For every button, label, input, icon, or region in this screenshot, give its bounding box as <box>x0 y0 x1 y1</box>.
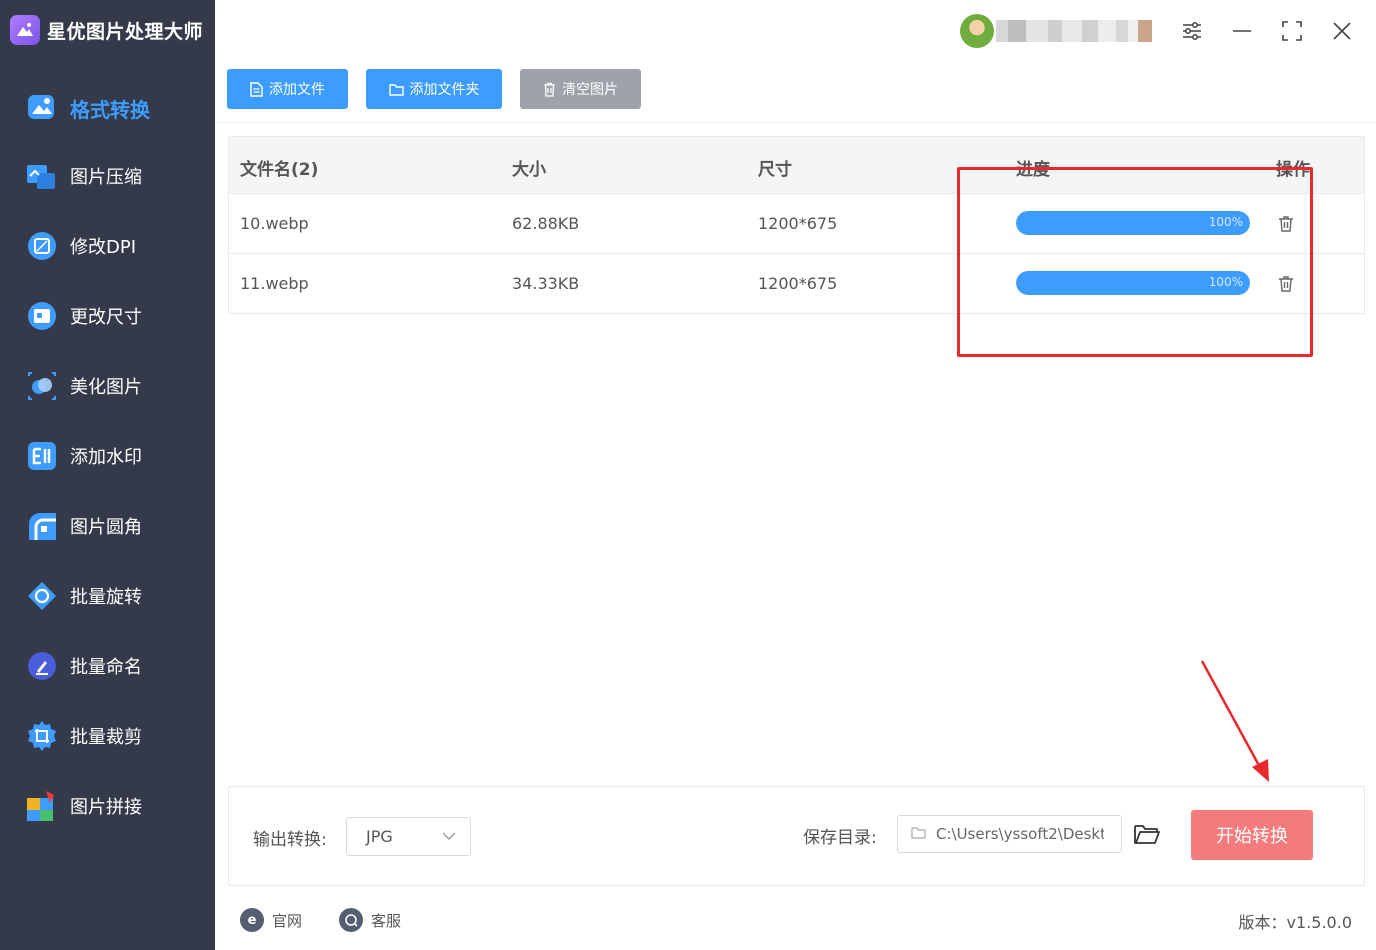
sidebar-item-label: 图片压缩 <box>70 167 142 188</box>
sidebar-item-label: 图片圆角 <box>70 517 142 538</box>
beautify-icon <box>28 372 56 400</box>
app-title: 星优图片处理大师 <box>47 20 204 43</box>
sidebar-item-label: 批量裁剪 <box>70 727 142 748</box>
watermark-icon <box>28 442 56 470</box>
chevron-down-icon <box>442 832 456 840</box>
annotation-arrow-icon <box>1200 660 1269 782</box>
save-directory-path: C:\Users\yssoft2\Desktop <box>936 825 1104 843</box>
save-directory-label: 保存目录: <box>803 828 877 848</box>
app-brand: 星优图片处理大师 <box>10 14 203 46</box>
clear-images-button[interactable]: 清空图片 <box>520 69 641 109</box>
close-icon[interactable] <box>1325 14 1359 48</box>
sidebar-item-label: 批量命名 <box>70 657 142 678</box>
sidebar-item-label: 更改尺寸 <box>70 307 142 328</box>
file-dimension: 1200*675 <box>758 214 838 233</box>
sidebar-item-dpi[interactable]: 修改DPI <box>0 218 215 274</box>
file-size: 62.88KB <box>512 214 580 233</box>
column-header-size: 大小 <box>512 160 546 180</box>
crop-icon <box>28 721 56 751</box>
annotation-highlight-box <box>957 167 1313 357</box>
dpi-icon <box>28 232 56 260</box>
file-name: 10.webp <box>240 214 309 233</box>
sidebar-item-round-corner[interactable]: 图片圆角 <box>0 498 215 554</box>
add-folder-button[interactable]: 添加文件夹 <box>366 69 502 109</box>
version-label: 版本：v1.5.0.0 <box>1238 913 1352 932</box>
browse-folder-icon[interactable] <box>1133 820 1161 848</box>
output-format-label: 输出转换: <box>253 830 327 850</box>
chat-icon <box>339 908 363 932</box>
output-format-select[interactable]: JPG <box>346 817 471 856</box>
file-icon <box>250 81 263 97</box>
start-convert-button[interactable]: 开始转换 <box>1191 810 1313 860</box>
folder-icon <box>388 83 404 96</box>
round-corner-icon <box>29 513 56 540</box>
column-header-name: 文件名(2) <box>240 160 319 180</box>
maximize-icon[interactable] <box>1275 14 1309 48</box>
sidebar-item-label: 批量旋转 <box>70 587 142 608</box>
customer-service-link[interactable]: 客服 <box>339 907 401 933</box>
sidebar-item-resize[interactable]: 更改尺寸 <box>0 288 215 344</box>
sidebar-item-rotate[interactable]: 批量旋转 <box>0 568 215 624</box>
sidebar-item-format-convert[interactable]: 格式转换 <box>0 80 215 136</box>
column-header-dimension: 尺寸 <box>758 160 792 180</box>
stitch-icon <box>27 791 54 821</box>
sidebar-item-label: 格式转换 <box>70 97 150 122</box>
sidebar-item-label: 图片拼接 <box>70 797 142 818</box>
settings-sliders-icon[interactable] <box>1175 14 1209 48</box>
sidebar-item-crop[interactable]: 批量裁剪 <box>0 708 215 764</box>
resize-icon <box>28 302 56 330</box>
format-convert-icon <box>28 95 54 119</box>
rotate-icon <box>28 582 56 610</box>
file-dimension: 1200*675 <box>758 274 838 293</box>
sidebar-item-image-compress[interactable]: 图片压缩 <box>0 148 215 204</box>
toolbar-divider <box>215 122 1376 123</box>
website-link[interactable]: e 官网 <box>240 907 302 933</box>
sidebar-item-stitch[interactable]: 图片拼接 <box>0 778 215 834</box>
sidebar-item-beautify[interactable]: 美化图片 <box>0 358 215 414</box>
rename-icon <box>28 652 56 680</box>
save-directory-input[interactable]: C:\Users\yssoft2\Desktop <box>897 815 1122 853</box>
trash-icon <box>543 82 556 97</box>
user-avatar[interactable] <box>960 14 994 48</box>
sidebar-item-label: 添加水印 <box>70 447 142 468</box>
sidebar: 星优图片处理大师 格式转换 图片压缩 修改DPI 更改尺寸 美化图片 添加水印 <box>0 0 215 950</box>
sidebar-item-rename[interactable]: 批量命名 <box>0 638 215 694</box>
sidebar-item-watermark[interactable]: 添加水印 <box>0 428 215 484</box>
file-name: 11.webp <box>240 274 309 293</box>
sidebar-item-label: 美化图片 <box>70 377 142 398</box>
minimize-icon[interactable] <box>1225 14 1259 48</box>
output-format-value: JPG <box>366 827 393 846</box>
sidebar-item-label: 修改DPI <box>70 237 137 258</box>
folder-icon <box>911 827 926 839</box>
file-size: 34.33KB <box>512 274 580 293</box>
add-file-button[interactable]: 添加文件 <box>227 69 348 109</box>
ie-icon: e <box>240 908 264 932</box>
image-compress-icon <box>27 165 55 189</box>
username-redacted <box>996 20 1152 42</box>
app-logo-icon <box>10 15 40 45</box>
